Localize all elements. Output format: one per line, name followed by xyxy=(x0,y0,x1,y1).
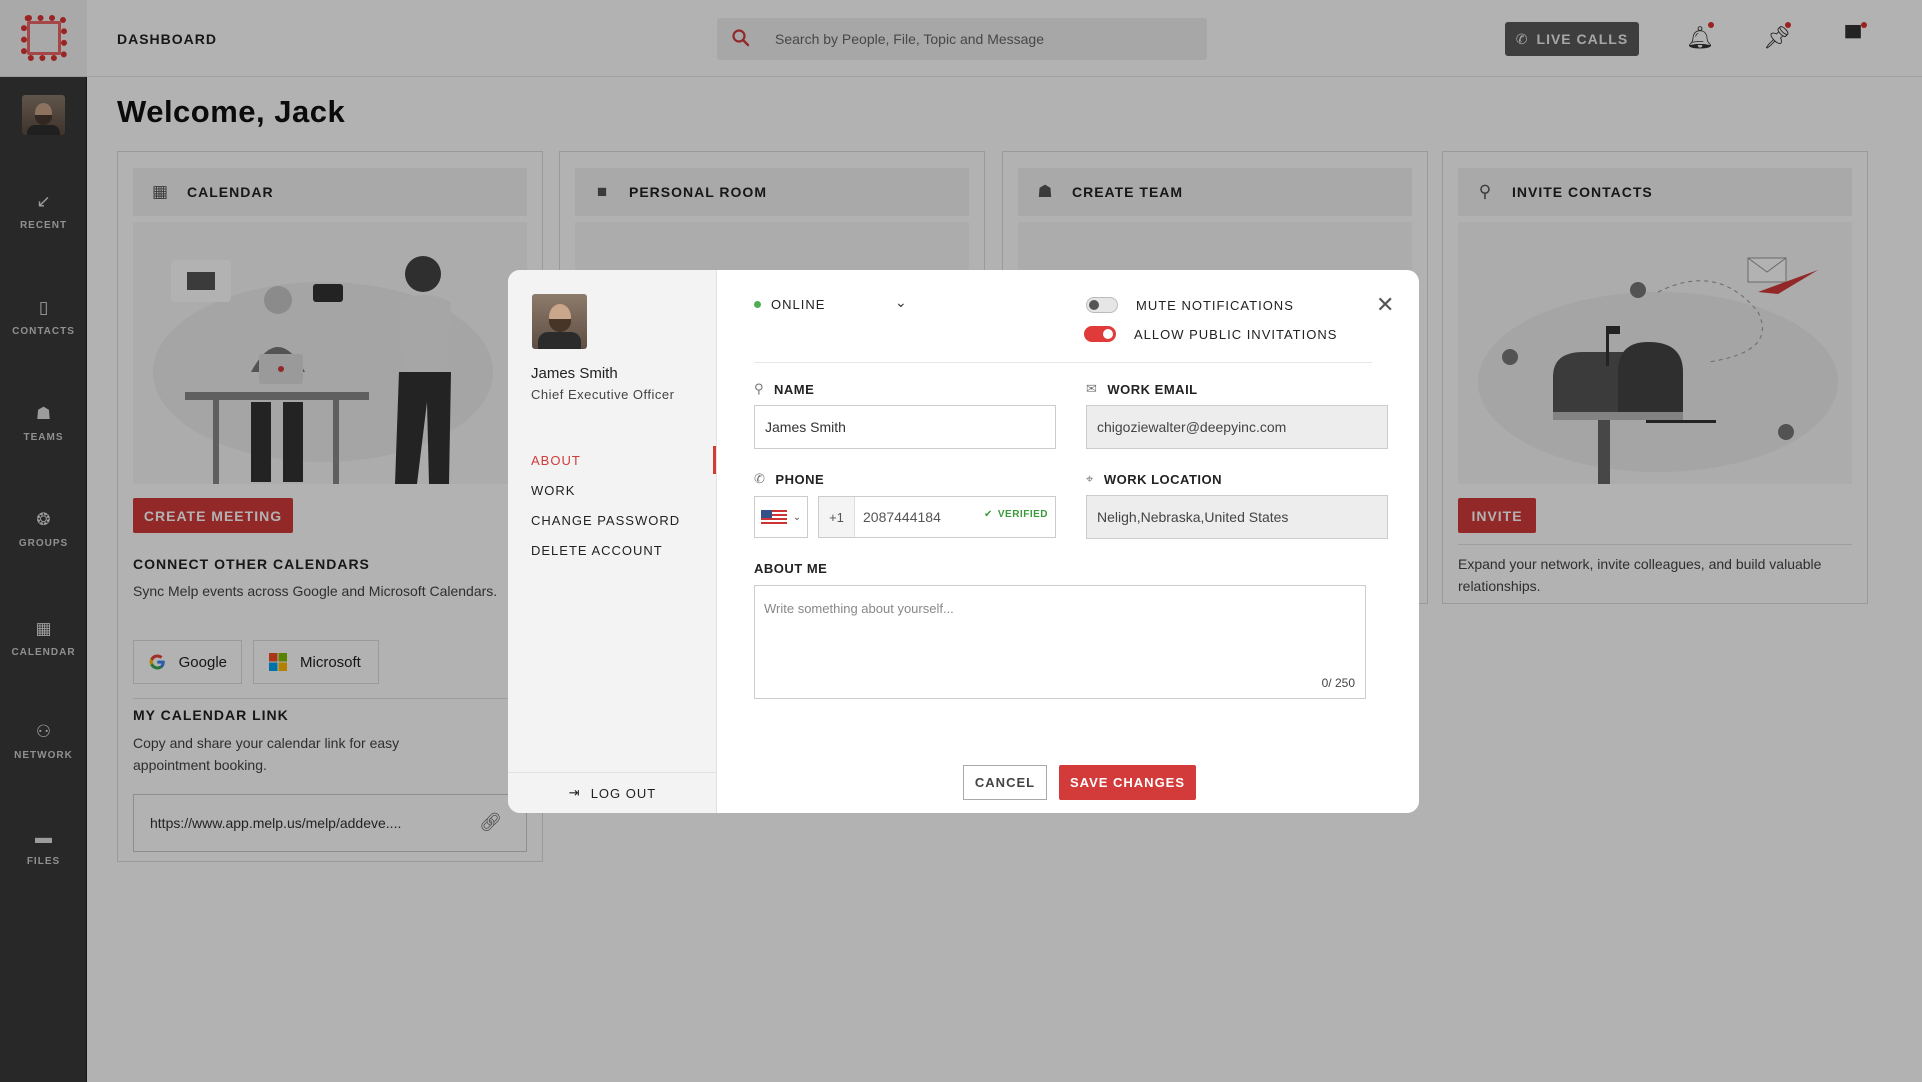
profile-avatar[interactable] xyxy=(532,294,587,349)
profile-sidebar: James Smith Chief Executive Officer ABOU… xyxy=(508,270,717,813)
modal-divider xyxy=(754,362,1372,363)
allow-public-invitations-toggle[interactable] xyxy=(1084,326,1116,342)
profile-nav-change-password[interactable]: CHANGE PASSWORD xyxy=(531,513,680,528)
verified-badge: ✔ VERIFIED xyxy=(983,509,1048,520)
cancel-button[interactable]: CANCEL xyxy=(963,765,1047,800)
profile-nav-delete-account[interactable]: DELETE ACCOUNT xyxy=(531,543,663,558)
check-circle-icon: ✔ xyxy=(983,509,993,520)
allow-public-invitations-label: ALLOW PUBLIC INVITATIONS xyxy=(1134,326,1338,342)
allow-public-invitations-row: ALLOW PUBLIC INVITATIONS xyxy=(1084,326,1337,342)
about-me-textarea[interactable]: Write something about yourself... 0/ 250 xyxy=(754,585,1366,699)
us-flag-icon xyxy=(760,510,787,524)
profile-name: James Smith xyxy=(531,365,618,382)
about-me-placeholder: Write something about yourself... xyxy=(764,601,954,616)
close-icon[interactable]: ✕ xyxy=(1376,294,1394,316)
country-selector[interactable]: ⌄ xyxy=(754,496,808,538)
country-code: +1 xyxy=(819,497,855,537)
status-selector[interactable]: ONLINE xyxy=(754,297,825,312)
phone-number: 2087444184 xyxy=(863,509,941,525)
phone-label: ✆ PHONE xyxy=(754,471,825,487)
status-label: ONLINE xyxy=(771,297,826,312)
phone-field[interactable]: +1 2087444184 ✔ VERIFIED xyxy=(818,496,1056,538)
work-email-label: ✉ WORK EMAIL xyxy=(1086,381,1198,397)
work-email-field[interactable]: chigoziewalter@deepyinc.com xyxy=(1086,405,1388,449)
name-label: ⚲ NAME xyxy=(754,381,815,397)
active-nav-indicator xyxy=(713,446,716,474)
location-pin-icon: ⌖ xyxy=(1086,471,1094,486)
profile-nav-work[interactable]: WORK xyxy=(531,483,575,498)
profile-nav-about[interactable]: ABOUT xyxy=(531,453,581,468)
logout-label: LOG OUT xyxy=(590,785,657,801)
work-location-field[interactable]: Neligh,Nebraska,United States xyxy=(1086,495,1388,539)
mute-notifications-label: MUTE NOTIFICATIONS xyxy=(1136,297,1294,313)
work-location-label: ⌖ WORK LOCATION xyxy=(1086,471,1223,487)
mute-notifications-row: MUTE NOTIFICATIONS xyxy=(1086,297,1294,313)
name-field[interactable]: James Smith xyxy=(754,405,1056,449)
logout-button[interactable]: ⇥ LOG OUT xyxy=(508,772,717,813)
profile-settings-modal: James Smith Chief Executive Officer ABOU… xyxy=(508,270,1419,813)
user-icon: ⚲ xyxy=(754,381,765,396)
mute-notifications-toggle[interactable] xyxy=(1086,297,1118,313)
online-status-dot xyxy=(754,301,761,308)
mail-icon: ✉ xyxy=(1086,381,1098,396)
about-me-label: ABOUT ME xyxy=(754,561,828,576)
logout-icon: ⇥ xyxy=(568,785,581,800)
character-counter: 0/ 250 xyxy=(1321,676,1355,690)
chevron-down-icon: ⌄ xyxy=(792,511,802,523)
phone-icon: ✆ xyxy=(754,471,766,486)
chevron-down-icon[interactable]: ⌄ xyxy=(895,294,907,311)
save-changes-button[interactable]: SAVE CHANGES xyxy=(1059,765,1196,800)
profile-role: Chief Executive Officer xyxy=(531,387,675,402)
